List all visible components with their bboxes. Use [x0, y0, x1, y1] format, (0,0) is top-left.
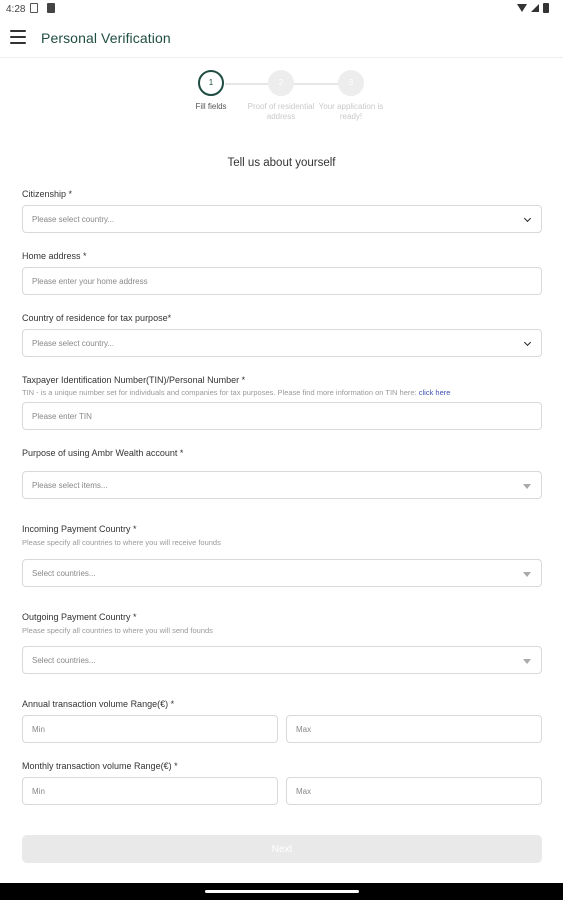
step-label: Fill fields [195, 102, 227, 111]
annual-max-input[interactable]: Max [286, 715, 542, 743]
home-address-label: Home address * [22, 251, 87, 261]
tin-label: Taxpayer Identification Number(TIN)/Pers… [22, 375, 246, 385]
outgoing-country-select[interactable]: Select countries... [22, 646, 542, 674]
caret-down-icon [523, 484, 531, 489]
app-bar: Personal Verification [0, 20, 563, 58]
annual-min-input[interactable]: Min [22, 715, 278, 743]
chevron-down-icon [523, 214, 532, 223]
citizenship-placeholder: Please select country... [32, 214, 115, 224]
tax-country-placeholder: Please select country... [32, 338, 115, 348]
monthly-min-placeholder: Min [32, 786, 45, 796]
monthly-max-placeholder: Max [296, 786, 312, 796]
wifi-icon [517, 4, 527, 12]
tax-country-select[interactable]: Please select country... [22, 329, 542, 357]
incoming-country-hint: Please specify all countries to where yo… [22, 538, 221, 547]
caret-down-icon [523, 572, 531, 577]
home-address-input[interactable]: Please enter your home address [22, 267, 542, 295]
tin-info-link[interactable]: click here [419, 388, 451, 397]
citizenship-label: Citizenship * [22, 189, 73, 199]
citizenship-select[interactable]: Please select country... [22, 205, 542, 233]
status-time: 4:28 [6, 4, 26, 15]
system-nav-bar [0, 883, 563, 900]
hamburger-menu-icon[interactable] [10, 30, 26, 44]
purpose-placeholder: Please select items... [32, 480, 108, 490]
incoming-country-label: Incoming Payment Country * [22, 524, 137, 534]
incoming-country-select[interactable]: Select countries... [22, 559, 542, 587]
incoming-country-placeholder: Select countries... [32, 568, 96, 578]
monthly-volume-label: Monthly transaction volume Range(€) * [22, 761, 178, 771]
status-indicators [517, 3, 549, 13]
step-label: Proof of residential address [247, 102, 315, 121]
step-number: 2 [268, 70, 294, 96]
sim-icon [30, 3, 38, 13]
tin-input[interactable]: Please enter TIN [22, 402, 542, 430]
caret-down-icon [523, 659, 531, 664]
battery-icon [543, 3, 549, 13]
tax-country-label: Country of residence for tax purpose* [22, 313, 172, 323]
monthly-min-input[interactable]: Min [22, 777, 278, 805]
step-number: 3 [338, 70, 364, 96]
form-title: Tell us about yourself [227, 157, 336, 169]
chevron-down-icon [523, 338, 532, 347]
tin-hint: TIN - is a unique number set for individ… [22, 388, 450, 397]
page-title: Personal Verification [41, 30, 171, 46]
status-bar: 4:28 [0, 0, 563, 20]
outgoing-country-label: Outgoing Payment Country * [22, 612, 137, 622]
purpose-select[interactable]: Please select items... [22, 471, 542, 499]
purpose-label: Purpose of using Ambr Wealth account * [22, 448, 184, 458]
annual-volume-label: Annual transaction volume Range(€) * [22, 699, 175, 709]
step-proof-of-address: 2 Proof of residential address [241, 70, 321, 122]
step-label: Your application is ready! [318, 102, 384, 121]
tin-placeholder: Please enter TIN [32, 411, 92, 421]
outgoing-country-hint: Please specify all countries to where yo… [22, 626, 213, 635]
monthly-max-input[interactable]: Max [286, 777, 542, 805]
home-indicator[interactable] [205, 890, 359, 893]
annual-min-placeholder: Min [32, 724, 45, 734]
tin-hint-text: TIN - is a unique number set for individ… [22, 388, 417, 397]
step-fill-fields: 1 Fill fields [171, 70, 251, 112]
step-number: 1 [198, 70, 224, 96]
signal-icon [531, 4, 539, 12]
progress-stepper: 1 Fill fields 2 Proof of residential add… [0, 70, 563, 140]
home-address-placeholder: Please enter your home address [32, 276, 148, 286]
outgoing-country-placeholder: Select countries... [32, 655, 96, 665]
next-button[interactable]: Next [22, 835, 542, 863]
step-application-ready: 3 Your application is ready! [311, 70, 391, 122]
annual-max-placeholder: Max [296, 724, 312, 734]
notification-icon [47, 3, 55, 13]
